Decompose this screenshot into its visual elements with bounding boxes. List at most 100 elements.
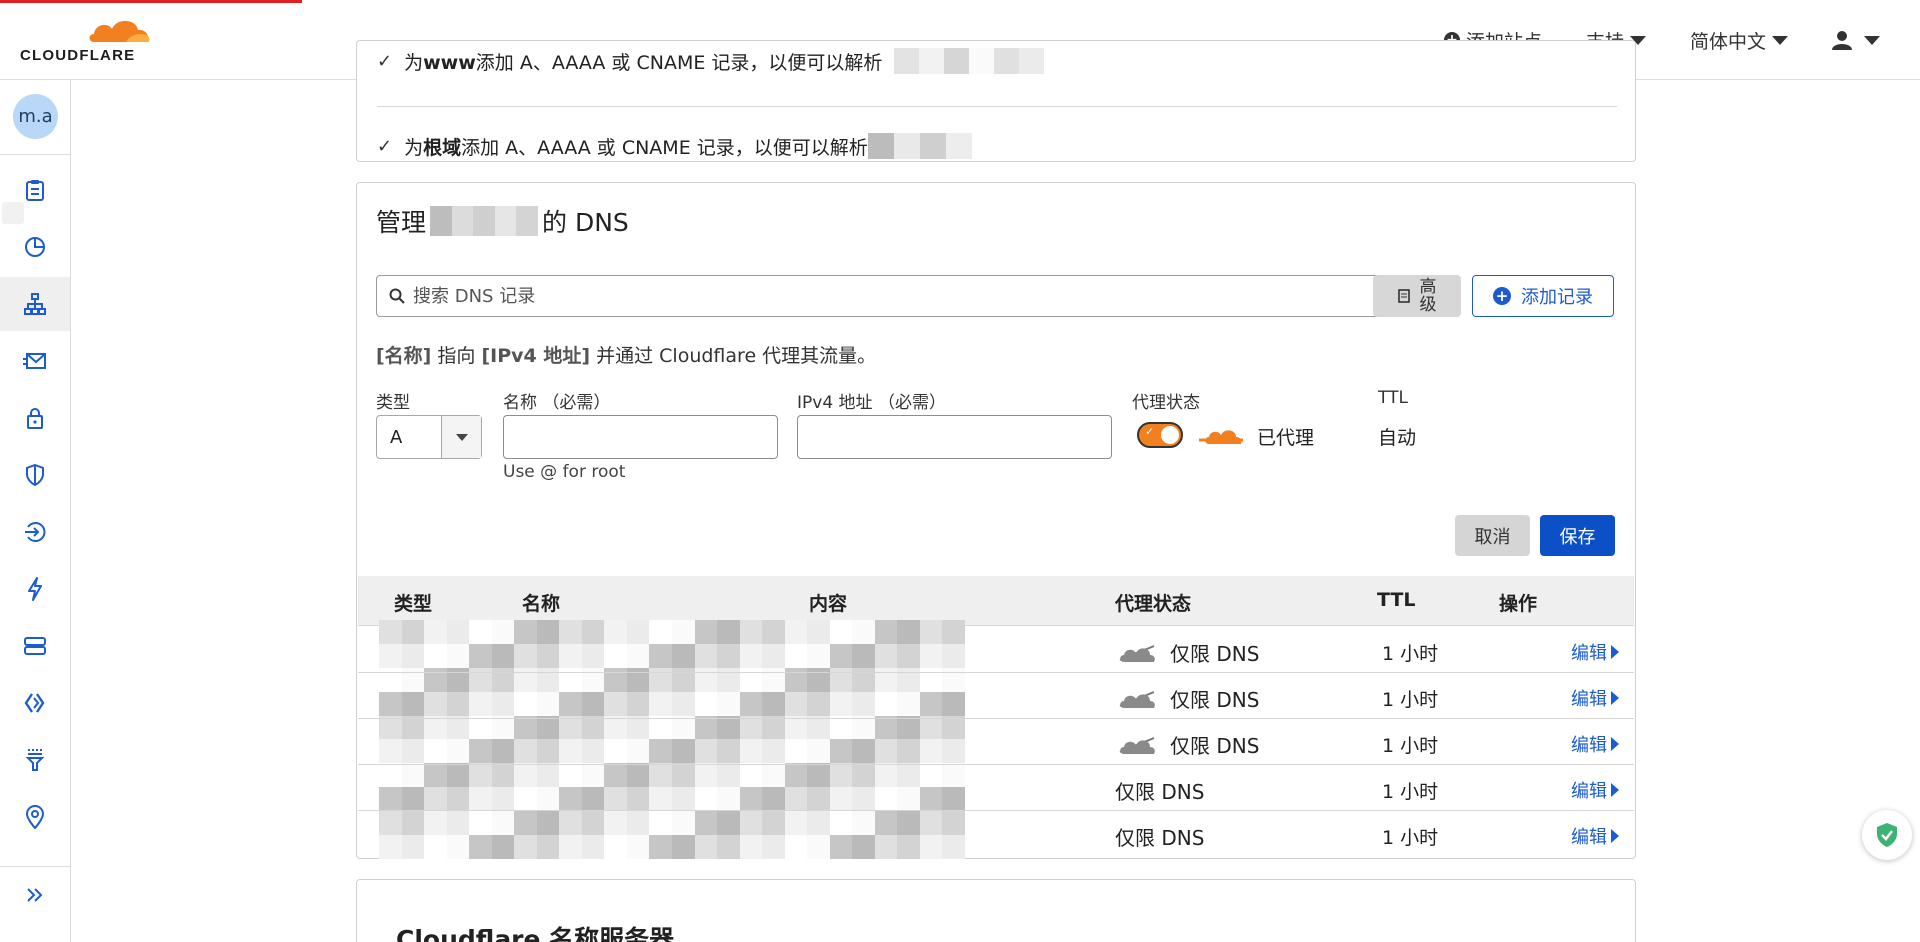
dns-only-cloud-icon xyxy=(1119,736,1155,754)
sidebar-item-dns[interactable] xyxy=(0,277,70,331)
sidebar-divider xyxy=(0,866,71,867)
chevron-down-icon xyxy=(1772,35,1788,45)
col-name[interactable]: 名称 xyxy=(522,589,560,616)
route-icon xyxy=(25,522,46,542)
sidebar-divider xyxy=(0,154,71,155)
sidebar: m.a xyxy=(0,80,71,942)
logo-wordmark: CLOUDFLARE xyxy=(20,47,136,64)
row-proxy-status: 仅限 DNS xyxy=(1118,730,1259,759)
language-menu[interactable]: 简体中文 xyxy=(1690,27,1788,54)
proxied-cloud-icon xyxy=(1199,429,1243,444)
double-chevron-right-icon xyxy=(27,888,43,902)
cloudflare-logo[interactable]: CLOUDFLARE xyxy=(20,12,155,64)
page-loading-bar xyxy=(0,0,302,3)
row-ttl: 1 小时 xyxy=(1382,827,1439,849)
row-ttl: 1 小时 xyxy=(1382,735,1439,757)
row-ttl: 1 小时 xyxy=(1382,781,1439,803)
clipboard-icon xyxy=(26,180,44,201)
ttl-value: 自动 xyxy=(1378,427,1417,449)
email-icon xyxy=(23,353,46,369)
table-row[interactable]: 仅限 DNS 1 小时 编辑 xyxy=(358,719,1634,765)
search-input[interactable] xyxy=(413,285,1313,307)
caret-right-icon xyxy=(1611,737,1619,751)
check-icon: ✓ xyxy=(377,135,393,157)
proxy-toggle[interactable]: ✓ xyxy=(1137,422,1183,448)
caret-right-icon xyxy=(1611,691,1619,705)
search-icon xyxy=(389,288,405,304)
ttl-label: TTL xyxy=(1378,388,1408,408)
filter-icon xyxy=(25,749,45,771)
workers-icon xyxy=(24,693,45,713)
location-pin-icon xyxy=(26,805,44,829)
add-record-button[interactable]: + 添加记录 xyxy=(1472,275,1614,317)
table-row[interactable]: 仅限 DNS 1 小时 编辑 xyxy=(358,673,1634,719)
network-icon xyxy=(24,293,46,315)
advanced-button[interactable]: 高 级 xyxy=(1373,275,1461,317)
chevron-down-icon xyxy=(441,416,481,458)
add-record-label: 添加记录 xyxy=(1521,287,1593,308)
col-proxy-status[interactable]: 代理状态 xyxy=(1115,589,1191,616)
sidebar-item-workers[interactable] xyxy=(0,676,70,730)
proxy-status-value: 已代理 xyxy=(1257,427,1315,449)
col-ttl[interactable]: TTL xyxy=(1377,589,1415,611)
dns-only-cloud-icon xyxy=(1119,690,1155,708)
table-row[interactable]: 仅限 DNS 1 小时 编辑 xyxy=(358,811,1634,857)
proxy-status-label: 代理状态 xyxy=(1132,393,1200,413)
user-icon xyxy=(1832,31,1852,50)
language-label: 简体中文 xyxy=(1689,30,1766,53)
hint-row-www: ✓ 为www添加 A、AAAA 或 CNAME 记录，以便可以解析 xyxy=(377,41,1045,81)
table-row[interactable]: 仅限 DNS 1 小时 编辑 xyxy=(358,765,1634,811)
cancel-button[interactable]: 取消 xyxy=(1455,515,1530,556)
hint-row-text: 为根域添加 A、AAAA 或 CNAME 记录，以便可以解析 xyxy=(404,136,868,159)
user-menu[interactable] xyxy=(1832,30,1880,50)
table-row[interactable]: 仅限 DNS 1 小时 编辑 xyxy=(358,627,1634,673)
row-proxy-status: 仅限 DNS xyxy=(1118,684,1259,713)
sidebar-item-rules[interactable] xyxy=(0,733,70,787)
shield-check-icon xyxy=(1877,823,1897,847)
sidebar-item-speed[interactable] xyxy=(0,562,70,616)
sidebar-item-caching[interactable] xyxy=(0,619,70,673)
sidebar-item-ssl[interactable] xyxy=(0,391,70,445)
security-shield-button[interactable] xyxy=(1862,810,1912,860)
caret-right-icon xyxy=(1611,783,1619,797)
name-field[interactable] xyxy=(503,415,778,459)
dns-management-card: 管理 的 DNS 高 级 + 添加记录 [名称] 指向 [IPv4 地址] 并通… xyxy=(356,182,1636,859)
sidebar-item-overview[interactable] xyxy=(0,163,70,217)
edit-link[interactable]: 编辑 xyxy=(1571,823,1619,849)
sidebar-item-network[interactable] xyxy=(0,790,70,844)
storage-icon xyxy=(24,637,46,655)
name-input[interactable] xyxy=(504,416,777,458)
proxy-status: 已代理 xyxy=(1199,423,1314,450)
redacted-domain xyxy=(894,48,1045,74)
edit-link[interactable]: 编辑 xyxy=(1571,731,1619,757)
record-type-select[interactable]: A xyxy=(376,415,482,459)
sidebar-item-security[interactable] xyxy=(0,448,70,502)
edit-link[interactable]: 编辑 xyxy=(1571,639,1619,665)
toggle-knob xyxy=(1161,426,1179,444)
redacted-domain xyxy=(430,206,539,236)
avatar[interactable]: m.a xyxy=(13,94,58,139)
check-icon: ✓ xyxy=(377,50,393,72)
sidebar-item-traffic[interactable] xyxy=(0,505,70,559)
cloud-logo-icon xyxy=(89,20,150,42)
col-type[interactable]: 类型 xyxy=(394,589,432,616)
ipv4-input[interactable] xyxy=(798,416,1111,458)
sidebar-item-analytics[interactable] xyxy=(0,220,70,274)
row-proxy-status: 仅限 DNS xyxy=(1115,780,1205,804)
sidebar-item-email[interactable] xyxy=(0,334,70,388)
edit-link[interactable]: 编辑 xyxy=(1571,777,1619,803)
ipv4-field[interactable] xyxy=(797,415,1112,459)
caret-right-icon xyxy=(1611,645,1619,659)
type-label: 类型 xyxy=(376,393,410,413)
edit-link[interactable]: 编辑 xyxy=(1571,685,1619,711)
shield-icon xyxy=(26,464,44,486)
name-label: 名称 （必需） xyxy=(503,393,611,413)
col-content[interactable]: 内容 xyxy=(809,589,847,616)
lock-icon xyxy=(27,408,43,429)
sidebar-expand-button[interactable] xyxy=(0,875,70,915)
save-button[interactable]: 保存 xyxy=(1540,515,1615,556)
dns-search-field[interactable] xyxy=(376,275,1382,317)
nameservers-card: Cloudflare 名称服务器 xyxy=(356,879,1636,942)
row-ttl: 1 小时 xyxy=(1382,643,1439,665)
dns-record-hints-card: ✓ 为www添加 A、AAAA 或 CNAME 记录，以便可以解析 ✓ 为根域添… xyxy=(356,40,1636,162)
